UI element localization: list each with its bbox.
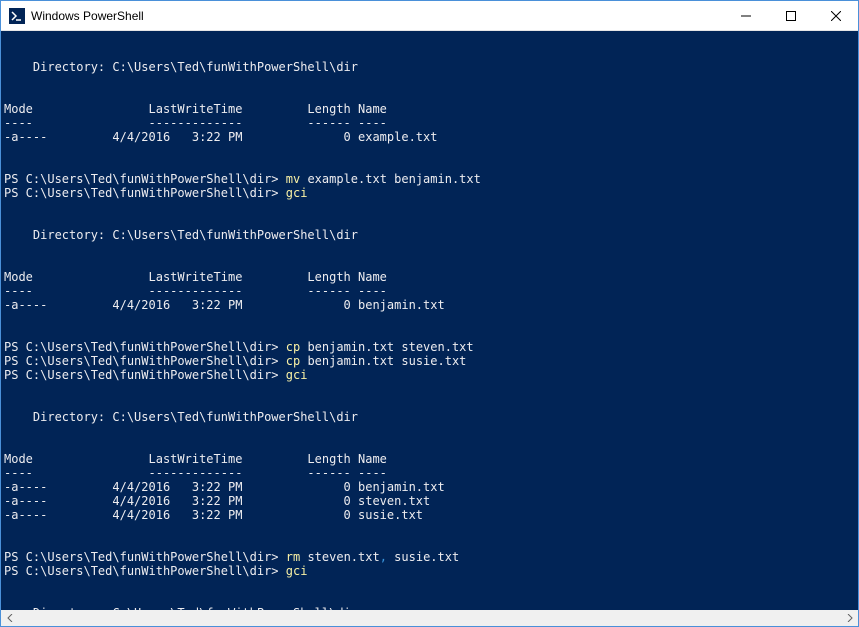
output-line bbox=[4, 88, 855, 102]
output-line bbox=[4, 144, 855, 158]
header-line: ---- ------------- ------ ---- bbox=[4, 284, 855, 298]
output-line bbox=[4, 200, 855, 214]
header-line: Mode LastWriteTime Length Name bbox=[4, 102, 855, 116]
output-line bbox=[4, 312, 855, 326]
prompt-line: PS C:\Users\Ted\funWithPowerShell\dir> g… bbox=[4, 368, 855, 382]
output-line bbox=[4, 158, 855, 172]
prompt-line: PS C:\Users\Ted\funWithPowerShell\dir> m… bbox=[4, 172, 855, 186]
prompt-line: PS C:\Users\Ted\funWithPowerShell\dir> g… bbox=[4, 564, 855, 578]
directory-line: Directory: C:\Users\Ted\funWithPowerShel… bbox=[4, 410, 855, 424]
close-button[interactable] bbox=[813, 1, 858, 30]
prompt-line: PS C:\Users\Ted\funWithPowerShell\dir> r… bbox=[4, 550, 855, 564]
output-line bbox=[4, 382, 855, 396]
prompt-line: PS C:\Users\Ted\funWithPowerShell\dir> c… bbox=[4, 354, 855, 368]
header-line: Mode LastWriteTime Length Name bbox=[4, 270, 855, 284]
titlebar: Windows PowerShell bbox=[1, 1, 858, 31]
output-line bbox=[4, 536, 855, 550]
header-line: ---- ------------- ------ ---- bbox=[4, 466, 855, 480]
file-row: -a---- 4/4/2016 3:22 PM 0 benjamin.txt bbox=[4, 298, 855, 312]
scroll-left-icon[interactable] bbox=[1, 610, 18, 626]
maximize-button[interactable] bbox=[768, 1, 813, 30]
prompt-line: PS C:\Users\Ted\funWithPowerShell\dir> g… bbox=[4, 186, 855, 200]
output-line bbox=[4, 46, 855, 60]
output-line bbox=[4, 578, 855, 592]
command: gci bbox=[286, 186, 308, 200]
powershell-icon bbox=[9, 8, 25, 24]
window-title: Windows PowerShell bbox=[31, 9, 723, 23]
terminal-output[interactable]: Directory: C:\Users\Ted\funWithPowerShel… bbox=[1, 31, 858, 611]
horizontal-scrollbar[interactable] bbox=[1, 610, 858, 626]
command: mv bbox=[286, 172, 300, 186]
prompt-line: PS C:\Users\Ted\funWithPowerShell\dir> c… bbox=[4, 340, 855, 354]
file-row: -a---- 4/4/2016 3:22 PM 0 benjamin.txt bbox=[4, 480, 855, 494]
command: cp bbox=[286, 340, 300, 354]
header-line: Mode LastWriteTime Length Name bbox=[4, 452, 855, 466]
output-line bbox=[4, 522, 855, 536]
scroll-right-icon[interactable] bbox=[841, 610, 858, 626]
output-line bbox=[4, 256, 855, 270]
header-line: ---- ------------- ------ ---- bbox=[4, 116, 855, 130]
output-line bbox=[4, 242, 855, 256]
output-line bbox=[4, 396, 855, 410]
output-line bbox=[4, 326, 855, 340]
command: cp bbox=[286, 354, 300, 368]
file-row: -a---- 4/4/2016 3:22 PM 0 example.txt bbox=[4, 130, 855, 144]
command: rm bbox=[286, 550, 300, 564]
directory-line: Directory: C:\Users\Ted\funWithPowerShel… bbox=[4, 228, 855, 242]
output-line bbox=[4, 424, 855, 438]
output-line bbox=[4, 438, 855, 452]
output-line bbox=[4, 592, 855, 606]
command: gci bbox=[286, 564, 308, 578]
file-row: -a---- 4/4/2016 3:22 PM 0 susie.txt bbox=[4, 508, 855, 522]
output-line bbox=[4, 74, 855, 88]
output-line bbox=[4, 214, 855, 228]
file-row: -a---- 4/4/2016 3:22 PM 0 steven.txt bbox=[4, 494, 855, 508]
minimize-button[interactable] bbox=[723, 1, 768, 30]
command: gci bbox=[286, 368, 308, 382]
directory-line: Directory: C:\Users\Ted\funWithPowerShel… bbox=[4, 60, 855, 74]
window-controls bbox=[723, 1, 858, 30]
